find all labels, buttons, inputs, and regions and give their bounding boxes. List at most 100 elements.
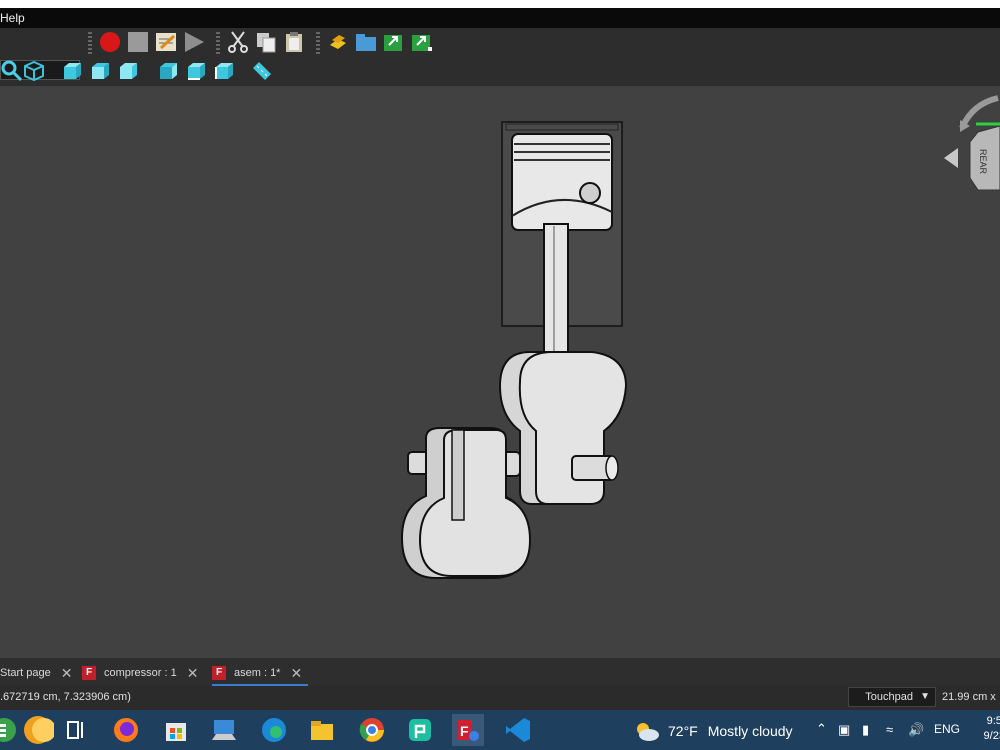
- isometric-view-button[interactable]: [22, 59, 46, 83]
- close-icon[interactable]: ✕: [187, 665, 199, 682]
- cube-outline-icon: [24, 60, 44, 82]
- edge-icon[interactable]: [258, 714, 290, 746]
- front-view-button[interactable]: [60, 59, 84, 83]
- piston-assembly-model: REAR: [400, 95, 1000, 579]
- copy-icon: [257, 33, 276, 53]
- menu-bar: Help: [0, 8, 1000, 28]
- piston: [511, 133, 613, 231]
- open-folder-button[interactable]: [354, 30, 378, 54]
- taskbar-clock[interactable]: 9:51 9/23/: [968, 714, 1000, 744]
- connecting-rod: [543, 223, 569, 355]
- freecad-taskbar-icon[interactable]: F: [452, 714, 484, 746]
- status-bar: .672719 cm, 7.323906 cm) Touchpad ▼ 21.9…: [0, 686, 1000, 710]
- paste-button[interactable]: [282, 30, 306, 54]
- freecad-icon: F: [212, 666, 226, 680]
- ruler-icon: [253, 62, 271, 80]
- folder-icon: [356, 34, 376, 51]
- tab-label: Start page: [0, 667, 51, 679]
- file-explorer-icon[interactable]: [306, 714, 338, 746]
- windows-taskbar: F 72°F Mostly cloudy ⌃ ▣ ▮ ≈ 🔊 ENG 9:51 …: [0, 710, 1000, 750]
- refresh-button[interactable]: [326, 30, 350, 54]
- window-top-edge: [0, 0, 1000, 8]
- tab-label: asem : 1*: [234, 667, 281, 679]
- wifi-icon[interactable]: ≈: [886, 722, 893, 737]
- menu-help[interactable]: Help: [0, 11, 25, 25]
- crank-web-left: [400, 427, 532, 579]
- weather-temp: 72°F: [668, 723, 698, 739]
- widgets-icon[interactable]: [22, 714, 54, 746]
- language-indicator[interactable]: ENG: [934, 722, 960, 736]
- toolbar-grip[interactable]: [88, 32, 92, 54]
- weather-desc: Mostly cloudy: [707, 723, 793, 739]
- chevron-up-icon[interactable]: ⌃: [816, 721, 827, 737]
- export-icon: [412, 35, 432, 51]
- tab-label: compressor : 1: [104, 667, 177, 679]
- cube-bottom-icon: [188, 63, 205, 80]
- edit-macro-icon: [156, 33, 176, 51]
- firefox-icon[interactable]: [110, 714, 142, 746]
- record-macro-button[interactable]: [98, 30, 122, 54]
- svg-text:F: F: [460, 723, 469, 739]
- clock-time: 9:51: [986, 715, 1000, 727]
- store-icon[interactable]: [160, 714, 192, 746]
- view-dimensions: 21.99 cm x: [942, 691, 996, 703]
- stop-icon: [128, 32, 148, 52]
- play-icon: [185, 32, 204, 52]
- toolbar: ⌄: [0, 28, 1000, 86]
- weather-widget[interactable]: 72°F Mostly cloudy: [634, 720, 793, 742]
- app-icon[interactable]: [404, 714, 436, 746]
- left-view-button[interactable]: [212, 59, 236, 83]
- magnifier-icon: [1, 60, 23, 82]
- top-view-button[interactable]: [88, 59, 112, 83]
- battery-icon[interactable]: ▮: [862, 722, 869, 738]
- cube-right-icon: [120, 63, 137, 79]
- cut-button[interactable]: [226, 30, 250, 54]
- navigation-style-value: Touchpad: [865, 691, 913, 703]
- import-button[interactable]: [382, 30, 406, 54]
- stop-macro-button[interactable]: [126, 30, 150, 54]
- cube-front-icon: [64, 63, 81, 79]
- zoom-button[interactable]: [0, 59, 24, 83]
- close-icon[interactable]: ✕: [290, 665, 302, 682]
- volume-icon[interactable]: 🔊: [908, 722, 924, 738]
- navcube-face-label: REAR: [978, 149, 988, 175]
- copy-button[interactable]: [254, 30, 278, 54]
- document-tab-bar: Start page ✕ F compressor : 1 ✕ F asem :…: [0, 658, 1000, 686]
- toolbar-grip[interactable]: [216, 32, 220, 54]
- clock-date: 9/23/: [983, 730, 1000, 742]
- execute-macro-button[interactable]: [182, 30, 206, 54]
- measure-button[interactable]: [250, 59, 274, 83]
- chevron-down-icon: ▼: [920, 691, 930, 702]
- cube-left-icon: [215, 63, 233, 79]
- remote-desktop-icon[interactable]: [208, 714, 240, 746]
- close-icon[interactable]: ✕: [61, 665, 73, 682]
- chrome-icon[interactable]: [356, 714, 388, 746]
- cursor-coordinates: .672719 cm, 7.323906 cm): [0, 691, 131, 703]
- rear-view-button[interactable]: [156, 59, 180, 83]
- record-icon: [100, 32, 120, 52]
- edit-macro-button[interactable]: [154, 30, 178, 54]
- scissors-icon: [228, 31, 248, 53]
- import-icon: [384, 35, 402, 51]
- bottom-view-button[interactable]: [184, 59, 208, 83]
- vscode-icon[interactable]: [502, 714, 534, 746]
- crank-web-right: [498, 351, 628, 505]
- meet-now-icon[interactable]: ▣: [838, 722, 850, 738]
- freecad-icon: F: [82, 666, 96, 680]
- navigation-style-dropdown[interactable]: Touchpad ▼: [848, 687, 936, 707]
- crank-pin-right: [571, 455, 619, 481]
- paste-icon: [286, 32, 302, 52]
- refresh-icon: [330, 35, 346, 49]
- tab-start-page[interactable]: Start page ✕: [0, 662, 73, 684]
- tab-asem[interactable]: F asem : 1* ✕: [212, 662, 309, 686]
- navigation-cube: REAR: [944, 95, 1000, 191]
- cube-rear-icon: [160, 63, 177, 79]
- cloudy-icon: [637, 723, 659, 741]
- export-button[interactable]: [410, 30, 434, 54]
- 3d-viewport[interactable]: REAR: [0, 86, 1000, 658]
- cube-top-icon: [92, 63, 109, 79]
- toolbar-grip[interactable]: [316, 32, 320, 54]
- right-view-button[interactable]: [116, 59, 140, 83]
- tab-compressor[interactable]: F compressor : 1 ✕: [82, 662, 198, 684]
- task-view-icon[interactable]: [60, 714, 92, 746]
